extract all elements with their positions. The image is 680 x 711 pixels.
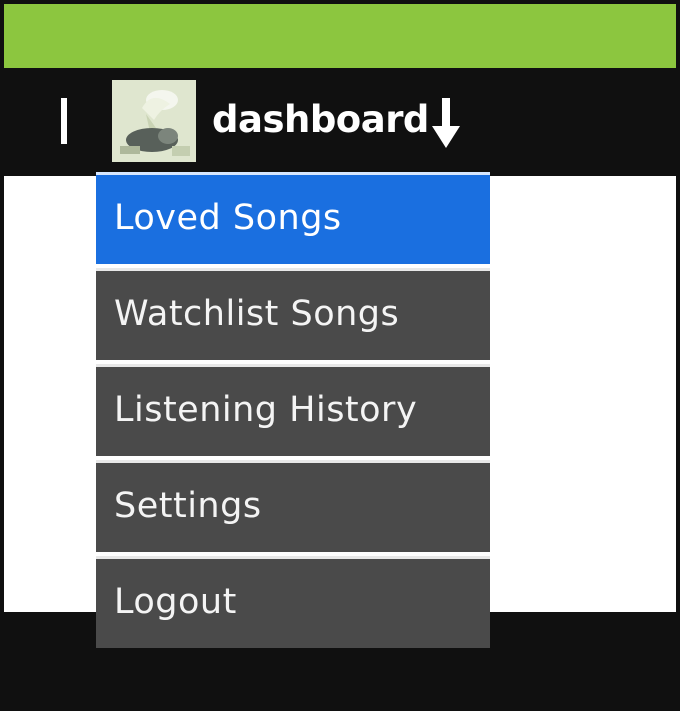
menu-item-listening-history[interactable]: Listening History xyxy=(96,364,490,456)
avatar-image-icon xyxy=(112,80,196,162)
down-arrow-icon[interactable] xyxy=(428,96,464,150)
menu-item-watchlist-songs[interactable]: Watchlist Songs xyxy=(96,268,490,360)
menu-item-logout[interactable]: Logout xyxy=(96,556,490,648)
menu-item-loved-songs[interactable]: Loved Songs xyxy=(96,172,490,264)
user-avatar[interactable] xyxy=(112,80,196,162)
menu-item-settings[interactable]: Settings xyxy=(96,460,490,552)
user-name[interactable]: dashboard xyxy=(212,96,429,144)
top-accent-bar xyxy=(4,4,676,68)
user-dropdown-menu: Loved Songs Watchlist Songs Listening Hi… xyxy=(96,172,490,648)
app-window: dashboard Loved Songs Watchlist Songs Li… xyxy=(0,0,680,711)
nav-divider xyxy=(61,98,67,144)
